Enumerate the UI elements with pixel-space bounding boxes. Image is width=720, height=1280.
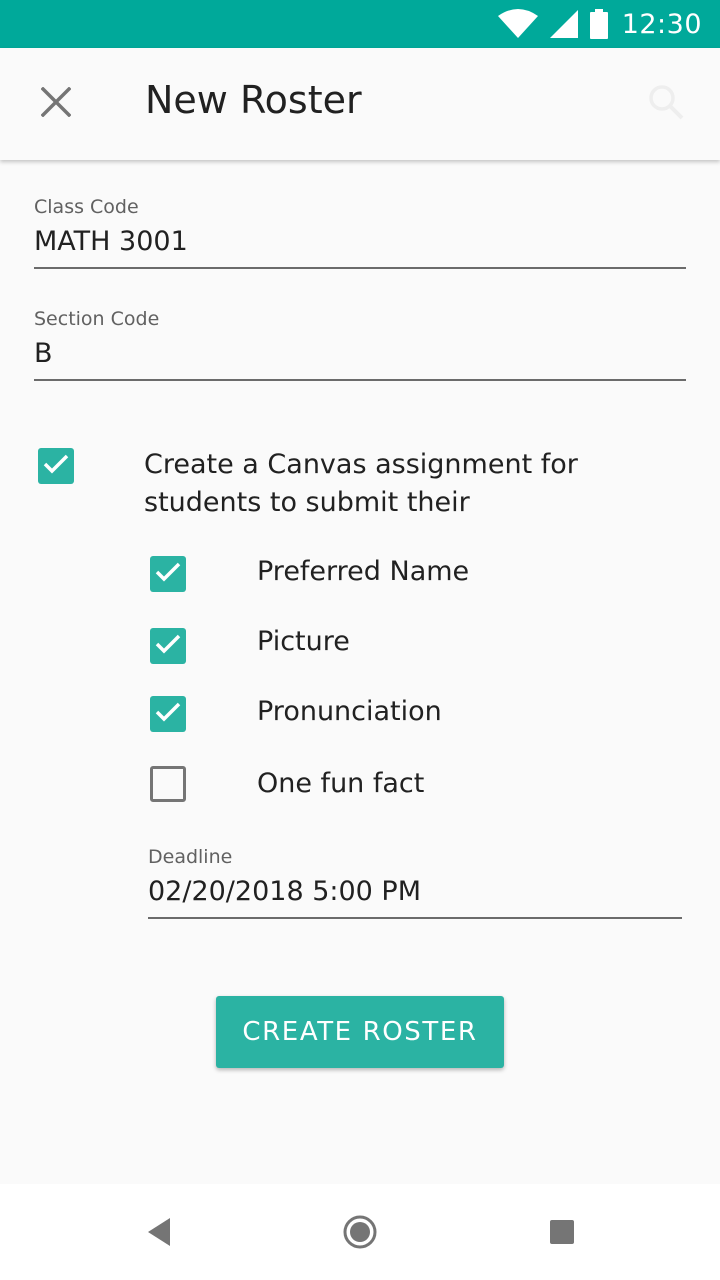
close-button[interactable] [28,76,84,132]
fun-fact-checkbox[interactable] [150,766,186,802]
class-code-input[interactable]: MATH 3001 [34,226,686,269]
fun-fact-label: One fun fact [257,768,425,799]
deadline-label: Deadline [148,846,233,868]
picture-checkbox[interactable] [150,628,186,664]
preferred-name-checkbox[interactable] [150,556,186,592]
pronunciation-checkbox[interactable] [150,696,186,732]
deadline-field[interactable]: Deadline 02/20/2018 5:00 PM [148,846,682,919]
section-code-input[interactable]: B [34,338,686,381]
picture-label: Picture [257,626,350,657]
section-code-label: Section Code [34,308,160,330]
search-button[interactable] [640,78,692,130]
back-icon [140,1212,180,1256]
deadline-input[interactable]: 02/20/2018 5:00 PM [148,876,682,919]
back-button[interactable] [140,1212,180,1256]
close-icon [40,86,72,121]
checkmark-icon [155,561,181,587]
class-code-field[interactable]: Class Code MATH 3001 [34,196,686,269]
home-button[interactable] [340,1212,380,1256]
battery-icon [589,9,608,39]
checkmark-icon [155,633,181,659]
canvas-assignment-label: Create a Canvas assignment for students … [144,449,578,518]
checkmark-icon [155,701,181,727]
status-time: 12:30 [621,8,702,40]
recents-icon [542,1212,582,1256]
search-icon [648,84,684,124]
status-bar: 12:30 [0,0,720,48]
preferred-name-label: Preferred Name [257,556,470,587]
navigation-bar [0,1184,720,1280]
wifi-icon [497,9,538,39]
class-code-label: Class Code [34,196,139,218]
create-roster-button[interactable]: CREATE ROSTER [216,996,504,1068]
app-bar: New Roster [0,48,720,160]
checkmark-icon [43,453,69,479]
pronunciation-label: Pronunciation [257,696,442,727]
home-icon [340,1212,380,1256]
canvas-assignment-checkbox[interactable] [38,448,74,484]
recents-button[interactable] [542,1212,582,1256]
cell-signal-icon [549,10,578,38]
page-title: New Roster [145,78,362,122]
section-code-field[interactable]: Section Code B [34,308,686,381]
